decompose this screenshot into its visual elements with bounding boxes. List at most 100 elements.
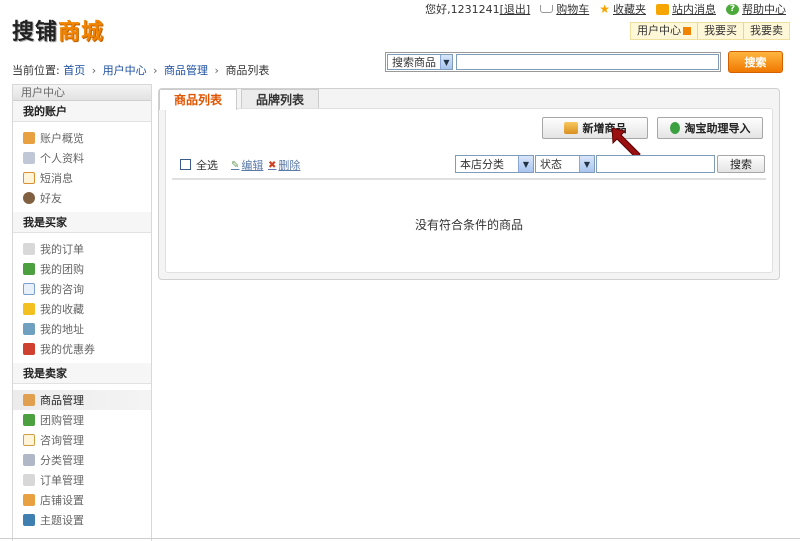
- sidebar-item-label: 主题设置: [40, 514, 84, 527]
- category-select[interactable]: 本店分类 ▼: [455, 155, 534, 173]
- taobao-import-label: 淘宝助理导入: [684, 122, 751, 135]
- chevron-down-icon: ▼: [518, 156, 533, 172]
- sidebar-item-my-consult[interactable]: 我的咨询: [13, 279, 151, 299]
- breadcrumb: 当前位置: 首页 › 用户中心 › 商品管理 › 商品列表: [12, 62, 269, 78]
- select-all-checkbox[interactable]: [180, 159, 191, 170]
- category-value: 本店分类: [460, 158, 504, 171]
- import-icon: [669, 122, 680, 134]
- sidebar-item-consult-manage[interactable]: 咨询管理: [13, 430, 151, 450]
- breadcrumb-goods-manage[interactable]: 商品管理: [164, 64, 208, 77]
- sidebar-item-shop-settings[interactable]: 店铺设置: [13, 490, 151, 510]
- puzzle-icon: [23, 414, 35, 426]
- sidebar-item-label: 我的优惠券: [40, 343, 95, 356]
- search-type-select[interactable]: 搜索商品 ▼: [387, 54, 453, 70]
- logout-link[interactable]: [退出]: [500, 3, 531, 16]
- taobao-import-button[interactable]: 淘宝助理导入: [657, 117, 763, 139]
- sidebar-item-category-manage[interactable]: 分类管理: [13, 450, 151, 470]
- favorites-link[interactable]: ★ 收藏夹: [599, 1, 646, 17]
- search-box: 搜索商品 ▼: [385, 52, 721, 72]
- breadcrumb-prefix: 当前位置:: [12, 64, 60, 77]
- delete-icon: ✖: [268, 159, 277, 171]
- goods-toolbar: 全选 ✎ 编辑 ✖ 删除 本店分类 ▼ 状态 ▼ 搜索: [175, 155, 765, 175]
- sidebar-item-label: 咨询管理: [40, 434, 84, 447]
- edit-link[interactable]: ✎ 编辑: [231, 157, 263, 173]
- messages-link[interactable]: 站内消息: [656, 1, 716, 17]
- profile-icon: [23, 152, 35, 164]
- sidebar-item-order-manage[interactable]: 订单管理: [13, 470, 151, 490]
- sidebar-item-label: 分类管理: [40, 454, 84, 467]
- site-logo[interactable]: 搜铺商城: [12, 14, 104, 46]
- tab-goods-list[interactable]: 商品列表: [159, 89, 238, 110]
- help-label: 帮助中心: [742, 3, 786, 16]
- sidebar-item-label: 团购管理: [40, 414, 84, 427]
- want-buy-link[interactable]: 我要买: [697, 23, 743, 39]
- add-goods-icon: [563, 122, 578, 134]
- top-bar: 您好,1231241[退出] 购物车 ★ 收藏夹 站内消息 ? 帮助中心: [425, 1, 786, 17]
- status-select[interactable]: 状态 ▼: [535, 155, 595, 173]
- order-icon: [23, 474, 35, 486]
- keyword-input[interactable]: [596, 155, 715, 173]
- filter-search-button[interactable]: 搜索: [717, 155, 765, 173]
- sidebar-item-label: 店铺设置: [40, 494, 84, 507]
- select-all-label: 全选: [196, 159, 218, 172]
- shop-icon: [23, 494, 35, 506]
- cart-link[interactable]: 购物车: [540, 1, 589, 17]
- sidebar-item-account-overview[interactable]: 账户概览: [13, 128, 151, 148]
- order-icon: [23, 243, 35, 255]
- sidebar-item-label: 我的订单: [40, 243, 84, 256]
- coupon-icon: [23, 343, 35, 355]
- help-icon: ?: [726, 3, 739, 15]
- theme-icon: [23, 514, 35, 526]
- sidebar-item-theme-settings[interactable]: 主题设置: [13, 510, 151, 530]
- divider: [172, 178, 766, 180]
- envelope-icon: [23, 172, 35, 184]
- user-bar: 用户中心 我要买 我要卖: [630, 22, 790, 40]
- pointer-arrow-icon: [612, 128, 641, 158]
- breadcrumb-user-center[interactable]: 用户中心: [103, 64, 147, 77]
- sidebar-item-label: 我的地址: [40, 323, 84, 336]
- breadcrumb-home[interactable]: 首页: [63, 64, 85, 77]
- edit-label: 编辑: [241, 159, 264, 172]
- sidebar-item-my-orders[interactable]: 我的订单: [13, 239, 151, 259]
- bottom-divider: [0, 538, 800, 539]
- sidebar-item-label: 账户概览: [40, 132, 84, 145]
- sidebar-item-label: 好友: [40, 192, 62, 205]
- sidebar-item-label: 商品管理: [40, 394, 84, 407]
- delete-link[interactable]: ✖ 删除: [268, 157, 300, 173]
- logo-part2: 商城: [58, 20, 105, 45]
- chat-icon: [23, 434, 35, 446]
- welcome-text: 您好,1231241: [425, 3, 500, 16]
- sidebar-item-my-coupons[interactable]: 我的优惠券: [13, 339, 151, 359]
- status-value: 状态: [540, 158, 562, 171]
- breadcrumb-sep: ›: [153, 64, 158, 77]
- star-icon: [23, 303, 35, 315]
- chevron-down-icon: ▼: [440, 55, 452, 69]
- sidebar-item-goods-manage[interactable]: 商品管理: [13, 390, 151, 410]
- breadcrumb-current: 商品列表: [225, 64, 270, 77]
- sidebar-item-label: 个人资料: [40, 152, 84, 165]
- want-sell-link[interactable]: 我要卖: [743, 23, 789, 39]
- want-sell-label: 我要卖: [750, 24, 783, 37]
- sidebar-item-messages[interactable]: 短消息: [13, 168, 151, 188]
- puzzle-icon: [23, 263, 35, 275]
- sidebar: 用户中心 我的账户 账户概览 个人资料 短消息 好友 我是买家 我的订单 我的团…: [12, 84, 152, 541]
- sidebar-item-groupbuy-manage[interactable]: 团购管理: [13, 410, 151, 430]
- clipboard-icon: [23, 394, 35, 406]
- want-buy-label: 我要买: [704, 24, 737, 37]
- home-icon: [23, 132, 35, 144]
- sidebar-item-my-address[interactable]: 我的地址: [13, 319, 151, 339]
- sidebar-section-title: 我的账户: [13, 101, 151, 122]
- sidebar-item-my-groupbuy[interactable]: 我的团购: [13, 259, 151, 279]
- tab-bar: 商品列表 品牌列表: [159, 89, 323, 110]
- chevron-down-icon: [683, 27, 691, 35]
- user-center-label: 用户中心: [637, 24, 681, 37]
- tab-brand-list[interactable]: 品牌列表: [241, 89, 320, 109]
- sidebar-item-profile[interactable]: 个人资料: [13, 148, 151, 168]
- address-icon: [23, 323, 35, 335]
- search-button[interactable]: 搜索: [728, 51, 783, 73]
- user-center-menu[interactable]: 用户中心: [631, 23, 697, 39]
- sidebar-item-my-favorites[interactable]: 我的收藏: [13, 299, 151, 319]
- sidebar-item-friends[interactable]: 好友: [13, 188, 151, 208]
- help-link[interactable]: ? 帮助中心: [726, 1, 786, 17]
- search-input[interactable]: [456, 54, 719, 70]
